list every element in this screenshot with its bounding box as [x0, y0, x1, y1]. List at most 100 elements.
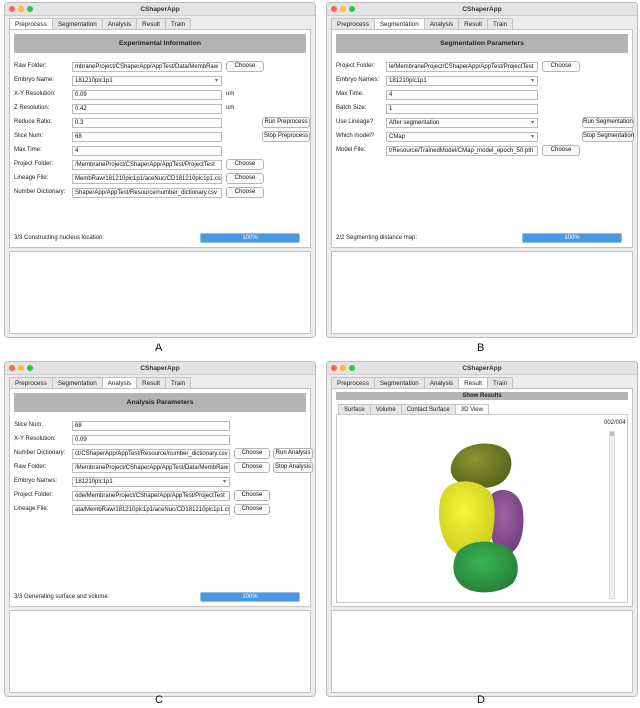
raw-folder-field[interactable]: mbraneProject/CShaperApp/AppTest/Data/Me…: [72, 62, 222, 72]
raw-folder-field[interactable]: /MembraneProject/CShaperApp/AppTest/Data…: [72, 463, 230, 473]
run-preprocess-button[interactable]: Run Preprocess: [262, 117, 310, 128]
project-folder-row: Project Folder: /MembraneProject/CShaper…: [14, 159, 308, 170]
scrollbar-thumb[interactable]: [610, 432, 614, 436]
number-dictionary-choose-button[interactable]: Choose: [226, 187, 264, 198]
project-folder-label: Project Folder:: [14, 492, 54, 498]
embryo-names-label: Embryo Names:: [14, 478, 58, 484]
reduce-ratio-field[interactable]: 0.3: [72, 118, 222, 128]
model-file-choose-button[interactable]: Choose: [542, 145, 580, 156]
lineage-file-row: Lineage File: ata/MembRaw/181210plc1p1/a…: [14, 504, 308, 515]
log-area: [9, 251, 311, 334]
frame-scrollbar[interactable]: [609, 431, 615, 599]
progress-bar: 100%: [200, 233, 300, 243]
number-dictionary-label: Number Dictionary:: [14, 189, 66, 195]
frame-indicator: 002/004: [604, 420, 626, 426]
number-dictionary-choose-button[interactable]: Choose: [234, 448, 270, 459]
project-folder-choose-button[interactable]: Choose: [542, 61, 580, 72]
project-folder-field[interactable]: le/MembraneProject/CShaperApp/AppTest/Pr…: [386, 62, 538, 72]
slice-num-label: Slice Num:: [14, 133, 44, 139]
progress-label: 100%: [242, 235, 258, 241]
project-folder-field[interactable]: ode/MembraneProject/CShaperApp/AppTest/P…: [72, 491, 230, 501]
z-resolution-unit: um: [226, 105, 235, 111]
log-area: [331, 251, 633, 334]
embryo-names-select[interactable]: 181210plc1p1: [72, 477, 230, 487]
which-model-row: Which model? CMap Stop Segmentation: [336, 131, 634, 142]
panel-caption-d: D: [477, 694, 485, 706]
project-folder-row: Project Folder: ode/MembraneProject/CSha…: [14, 490, 308, 501]
analysis-panel: Analysis Parameters Slice Num: 68 X-Y Re…: [9, 388, 313, 607]
cell-green: [453, 541, 518, 593]
slice-num-label: Slice Num:: [14, 422, 44, 428]
xy-resolution-label: X-Y Resolution:: [14, 436, 56, 442]
slice-num-field[interactable]: 68: [72, 132, 222, 142]
embryo-name-select[interactable]: 181210plc1p1: [72, 76, 222, 86]
slice-num-field[interactable]: 68: [72, 421, 230, 431]
window-title: CShaperApp: [462, 365, 502, 372]
batch-size-field[interactable]: 1: [386, 104, 538, 114]
window-result: CShaperApp Preprocess Segmentation Analy…: [326, 361, 638, 697]
3d-view-canvas[interactable]: 002/004: [336, 414, 628, 603]
embryo-names-row: Embryo Names: 181210plc1p1: [14, 477, 308, 487]
number-dictionary-field[interactable]: ct/CShaperApp/AppTest/Resource/number_di…: [72, 449, 230, 459]
lineage-file-choose-button[interactable]: Choose: [234, 504, 270, 515]
panel-caption-a: A: [155, 342, 163, 354]
stop-segmentation-button[interactable]: Stop Segmentation: [582, 131, 634, 142]
z-resolution-field[interactable]: 0.42: [72, 104, 222, 114]
z-resolution-label: Z Resolution:: [14, 105, 50, 111]
embryo-name-row: Embryo Name: 181210plc1p1: [14, 76, 308, 86]
which-model-select[interactable]: CMap: [386, 132, 538, 142]
lineage-file-row: Lineage File: MembRaw/181210plc1p1/aceNu…: [14, 173, 308, 184]
title-bar: CShaperApp: [327, 362, 637, 375]
section-header: Segmentation Parameters: [336, 34, 628, 53]
project-folder-choose-button[interactable]: Choose: [234, 490, 270, 501]
raw-folder-choose-button[interactable]: Choose: [226, 61, 264, 72]
max-time-field[interactable]: 4: [72, 146, 222, 156]
run-analysis-button[interactable]: Run Analysis: [273, 448, 313, 459]
window-segmentation: CShaperApp Preprocess Segmentation Analy…: [326, 2, 638, 338]
slice-num-row: Slice Num: 68 Stop Preprocess: [14, 131, 310, 142]
number-dictionary-row: Number Dictionary: ShaperApp/AppTest/Res…: [14, 187, 308, 198]
batch-size-row: Batch Size: 1: [336, 104, 630, 114]
raw-folder-label: Raw Folder:: [14, 63, 47, 69]
window-preprocess: CShaperApp Preprocess Segmentation Analy…: [4, 2, 316, 338]
project-folder-label: Project Folder:: [14, 161, 54, 167]
section-header: Analysis Parameters: [14, 393, 306, 412]
run-segmentation-button[interactable]: Run Segmentation: [582, 117, 634, 128]
reduce-ratio-label: Reduce Ratio:: [14, 119, 53, 125]
xy-resolution-unit: um: [226, 91, 235, 97]
project-folder-choose-button[interactable]: Choose: [226, 159, 264, 170]
stop-preprocess-button[interactable]: Stop Preprocess: [262, 131, 310, 142]
embryo-names-select[interactable]: 181210plc1p1: [386, 76, 538, 86]
status-text: 3/3 Constructing nucleus location:: [14, 235, 105, 241]
lineage-file-field[interactable]: ata/MembRaw/181210plc1p1/aceNuc/CD181210…: [72, 505, 230, 515]
panel-caption-b: B: [477, 342, 485, 354]
lineage-file-choose-button[interactable]: Choose: [226, 173, 264, 184]
project-folder-row: Project Folder: le/MembraneProject/CShap…: [336, 61, 630, 72]
project-folder-field[interactable]: /MembraneProject/CShaperApp/AppTest/Proj…: [72, 160, 222, 170]
lineage-file-label: Lineage File:: [14, 175, 49, 181]
raw-folder-choose-button[interactable]: Choose: [234, 462, 270, 473]
title-bar: CShaperApp: [5, 362, 315, 375]
xy-resolution-row: X-Y Resolution: 0.09: [14, 435, 308, 445]
number-dictionary-field[interactable]: ShaperApp/AppTest/Resource/number_dictio…: [72, 188, 222, 198]
lineage-file-label: Lineage File:: [14, 506, 49, 512]
segmentation-panel: Segmentation Parameters Project Folder: …: [331, 29, 634, 248]
embryo-name-label: Embryo Name:: [14, 77, 55, 83]
window-title: CShaperApp: [140, 365, 180, 372]
title-bar: CShaperApp: [5, 3, 315, 16]
embryo-3d-render[interactable]: [417, 435, 537, 595]
stop-analysis-button[interactable]: Stop Analysis: [273, 462, 313, 473]
progress-label: 100%: [564, 235, 580, 241]
progress-label: 100%: [242, 594, 258, 600]
lineage-file-field[interactable]: MembRaw/181210plc1p1/aceNuc/CD181210plc1…: [72, 174, 222, 184]
raw-folder-label: Raw Folder:: [14, 464, 47, 470]
progress-bar: 100%: [522, 233, 622, 243]
log-area: [9, 610, 311, 693]
xy-resolution-field[interactable]: 0.09: [72, 435, 230, 445]
model-file-field[interactable]: t/Resource/TrainedModel/CMap_model_epoch…: [386, 146, 538, 156]
xy-resolution-field[interactable]: 0.09: [72, 90, 222, 100]
use-lineage-select[interactable]: After segmentation: [386, 118, 538, 128]
z-resolution-row: Z Resolution: 0.42 um: [14, 104, 308, 114]
panel-caption-c: C: [155, 694, 163, 706]
max-time-field[interactable]: 4: [386, 90, 538, 100]
